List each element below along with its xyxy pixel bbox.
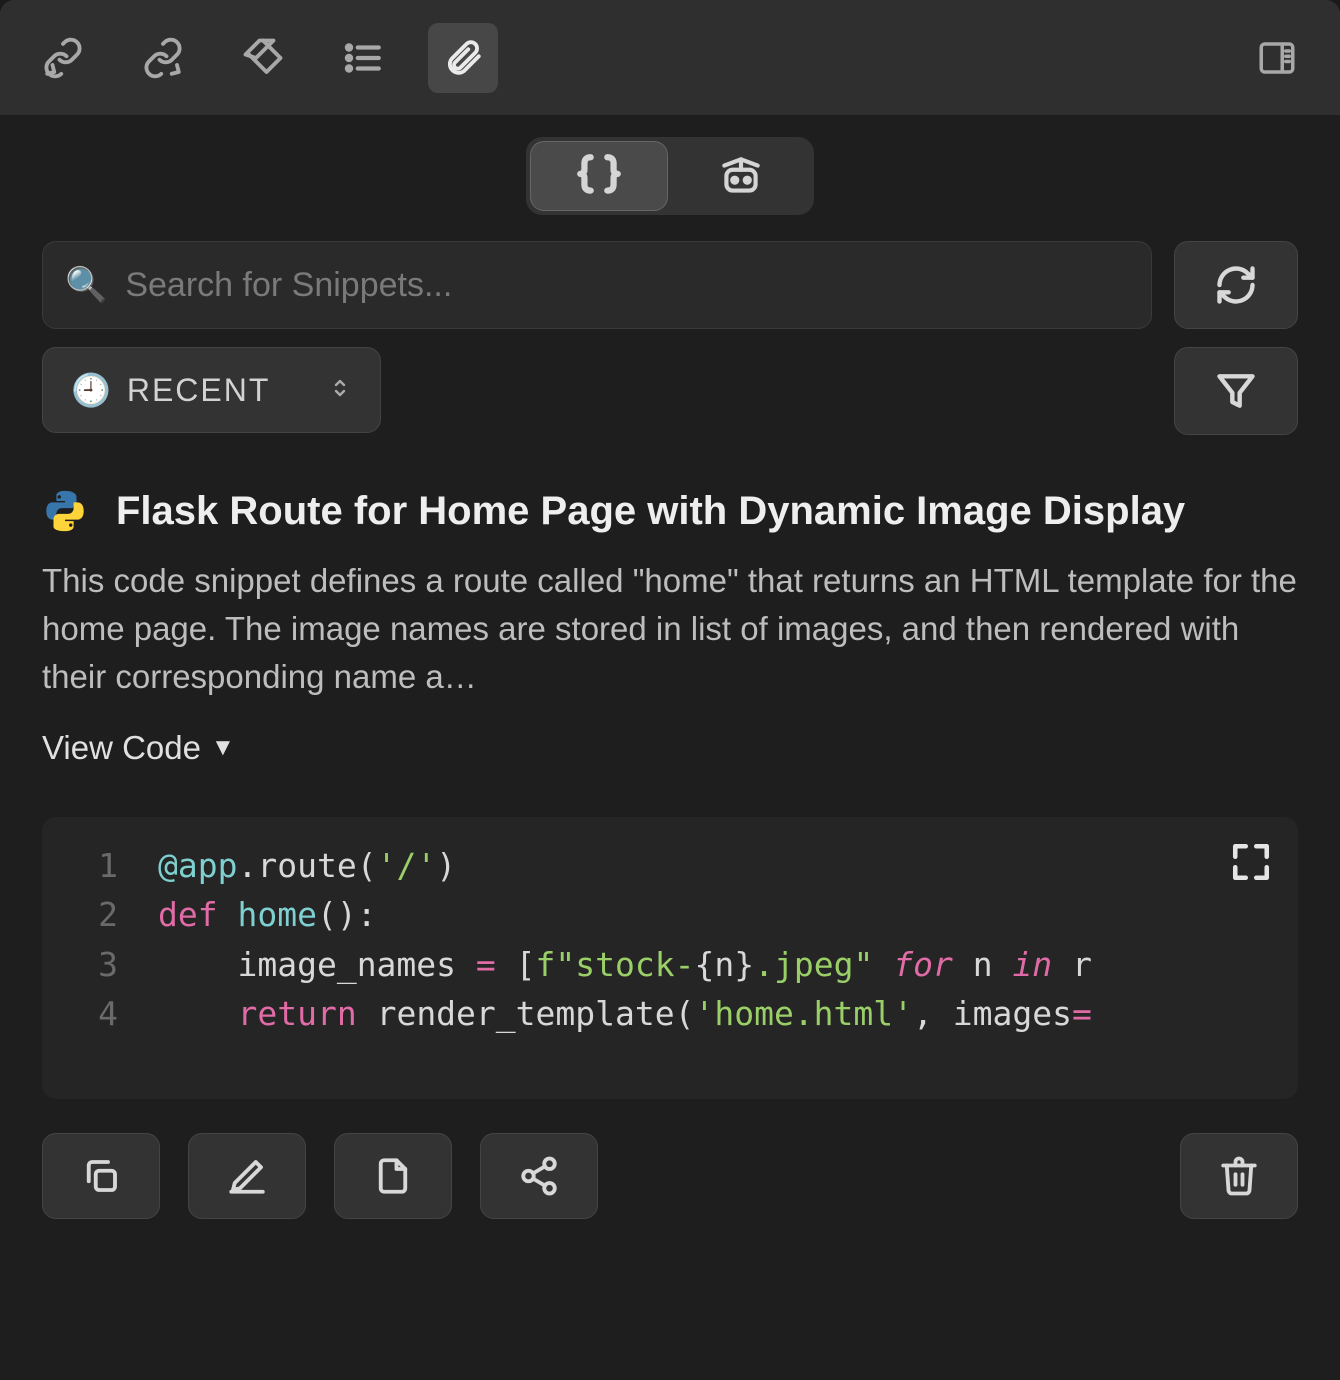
chevron-down-icon: ▼ <box>211 734 235 762</box>
code-block: 1 @app.route('/') 2 def home(): 3 image_… <box>42 817 1298 1099</box>
snippet-card: Flask Route for Home Page with Dynamic I… <box>42 485 1298 1219</box>
snippets-view-button[interactable] <box>530 141 668 211</box>
view-mode-toggle <box>42 137 1298 215</box>
file-icon <box>372 1155 414 1197</box>
code-line: 4 return render_template('home.html', im… <box>68 989 1272 1039</box>
expand-button[interactable] <box>1230 841 1272 891</box>
braces-icon <box>574 151 624 201</box>
copy-icon <box>80 1155 122 1197</box>
link-incoming-button[interactable] <box>28 23 98 93</box>
refresh-button[interactable] <box>1174 241 1298 329</box>
copy-button[interactable] <box>42 1133 160 1219</box>
sort-label: RECENT <box>127 372 271 409</box>
view-code-toggle[interactable]: View Code ▼ <box>42 729 235 767</box>
share-button[interactable] <box>480 1133 598 1219</box>
search-input[interactable] <box>125 266 1129 305</box>
snippet-title: Flask Route for Home Page with Dynamic I… <box>116 485 1185 537</box>
code-line: 2 def home(): <box>68 890 1272 940</box>
sidebar-toggle-icon <box>1256 37 1298 79</box>
python-icon <box>42 488 88 534</box>
assistant-icon <box>716 151 766 201</box>
edit-icon <box>226 1155 268 1197</box>
view-code-label: View Code <box>42 729 201 767</box>
delete-button[interactable] <box>1180 1133 1298 1219</box>
trash-icon <box>1218 1155 1260 1197</box>
sidebar-toggle-button[interactable] <box>1242 23 1312 93</box>
code-line: 3 image_names = [f"stock-{n}.jpeg" for n… <box>68 940 1272 990</box>
filter-button[interactable] <box>1174 347 1298 435</box>
snippet-action-bar <box>42 1133 1298 1219</box>
share-icon <box>518 1155 560 1197</box>
sort-dropdown[interactable]: 🕘 RECENT <box>42 347 381 433</box>
file-button[interactable] <box>334 1133 452 1219</box>
list-icon <box>342 37 384 79</box>
search-icon: 🔍 <box>65 265 107 305</box>
assistant-view-button[interactable] <box>672 141 810 211</box>
attachment-button[interactable] <box>428 23 498 93</box>
snippet-description: This code snippet defines a route called… <box>42 557 1298 701</box>
chevron-updown-icon <box>328 376 352 405</box>
tag-icon <box>242 37 284 79</box>
filter-icon <box>1214 369 1258 413</box>
code-line: 1 @app.route('/') <box>68 841 1272 891</box>
top-toolbar <box>0 0 1340 115</box>
link-outgoing-icon <box>142 37 184 79</box>
link-outgoing-button[interactable] <box>128 23 198 93</box>
content-area: 🔍 🕘 RECENT <box>0 115 1340 1380</box>
refresh-icon <box>1214 263 1258 307</box>
attachment-icon <box>442 37 484 79</box>
edit-button[interactable] <box>188 1133 306 1219</box>
list-button[interactable] <box>328 23 398 93</box>
tag-button[interactable] <box>228 23 298 93</box>
link-incoming-icon <box>42 37 84 79</box>
search-box[interactable]: 🔍 <box>42 241 1152 329</box>
expand-icon <box>1230 841 1272 883</box>
clock-icon: 🕘 <box>71 371 111 409</box>
